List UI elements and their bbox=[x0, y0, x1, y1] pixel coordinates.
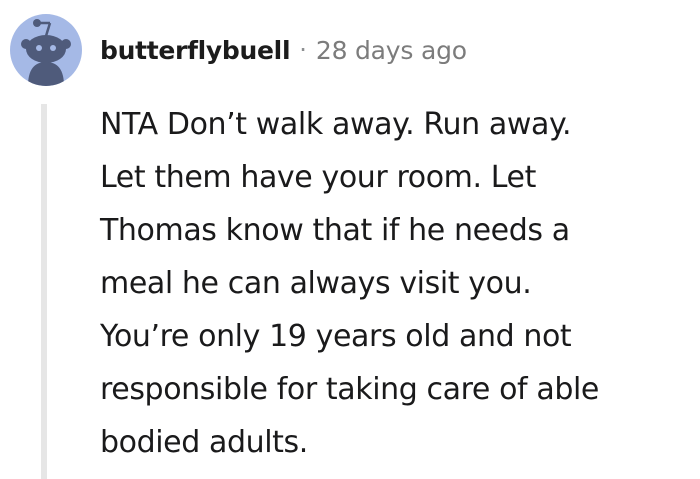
comment-text-line: responsible for taking care of able bbox=[100, 372, 599, 407]
comment-body: NTA Don’t walk away. Run away. Let them … bbox=[100, 98, 690, 469]
reddit-snoo-avatar-icon bbox=[21, 19, 71, 86]
username-link[interactable]: butterflybuell bbox=[100, 36, 291, 65]
comment-text-line: Thomas know that if he needs a bbox=[100, 213, 570, 248]
comment: butterflybuell · 28 days ago NTA Don’t w… bbox=[0, 0, 700, 479]
thread-collapse-line[interactable] bbox=[41, 104, 47, 479]
avatar[interactable] bbox=[10, 14, 82, 86]
comment-text-line: Let them have your room. Let bbox=[100, 160, 536, 195]
timestamp-link[interactable]: 28 days ago bbox=[316, 36, 467, 65]
comment-text-line: meal he can always visit you. bbox=[100, 266, 532, 301]
comment-text-line: bodied adults. bbox=[100, 425, 308, 460]
comment-header: butterflybuell · 28 days ago bbox=[100, 30, 467, 70]
comment-text-line: NTA Don’t walk away. Run away. bbox=[100, 107, 572, 142]
separator-dot: · bbox=[299, 36, 307, 64]
comment-text-line: You’re only 19 years old and not bbox=[100, 319, 572, 354]
